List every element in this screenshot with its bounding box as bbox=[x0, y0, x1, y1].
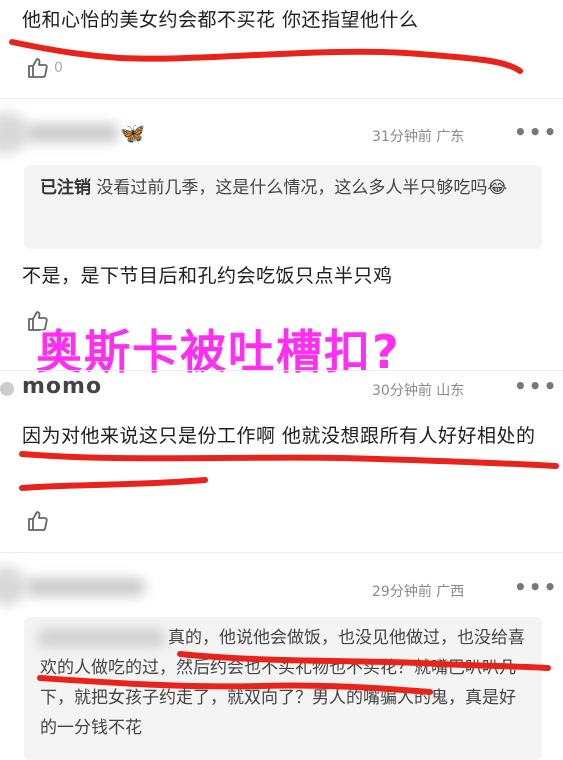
more-dots-icon[interactable]: ••• bbox=[514, 575, 558, 599]
comment-location: 山东 bbox=[436, 383, 465, 399]
comment-time: 31分钟前 bbox=[372, 129, 432, 145]
quote-author[interactable]: 已注销 bbox=[40, 178, 91, 198]
comment-time: 29分钟前 bbox=[372, 584, 432, 600]
quote-text: 没看过前几季，这是什么情况，这么多人半只够吃吗😂 bbox=[96, 178, 508, 198]
highlight-underline bbox=[9, 39, 523, 74]
divider bbox=[0, 370, 563, 371]
highlight-underline bbox=[19, 451, 559, 491]
more-dots-icon[interactable]: ••• bbox=[514, 120, 558, 144]
butterfly-icon: 🦋 bbox=[120, 121, 145, 145]
avatar[interactable] bbox=[0, 566, 26, 606]
comment-meta: 31分钟前 广东 bbox=[372, 126, 464, 146]
comment-location: 广东 bbox=[436, 129, 465, 145]
author-name[interactable]: momo bbox=[22, 374, 102, 399]
more-dots-icon[interactable]: ••• bbox=[514, 374, 558, 398]
author-name-blurred[interactable] bbox=[26, 578, 144, 596]
comment-location: 广西 bbox=[436, 584, 465, 600]
avatar[interactable] bbox=[0, 112, 28, 154]
like-button[interactable] bbox=[26, 509, 50, 537]
comment-meta: 30分钟前 山东 bbox=[372, 380, 464, 400]
author-name-blurred[interactable] bbox=[26, 124, 118, 142]
quoted-reply[interactable]: 已注销 没看过前几季，这是什么情况，这么多人半只够吃吗😂 bbox=[24, 165, 542, 249]
highlight-underline bbox=[37, 651, 551, 695]
comment-text: 不是，是下节目后和孔约会吃饭只点半只鸡 bbox=[22, 265, 393, 287]
thumb-up-icon bbox=[28, 511, 48, 531]
overlay-title: 奥斯卡被吐槽扣? bbox=[36, 325, 401, 379]
divider bbox=[0, 552, 563, 553]
comment-time: 30分钟前 bbox=[372, 383, 432, 399]
comment-meta: 29分钟前 广西 bbox=[372, 581, 464, 601]
avatar[interactable] bbox=[0, 382, 14, 396]
divider bbox=[0, 98, 563, 99]
